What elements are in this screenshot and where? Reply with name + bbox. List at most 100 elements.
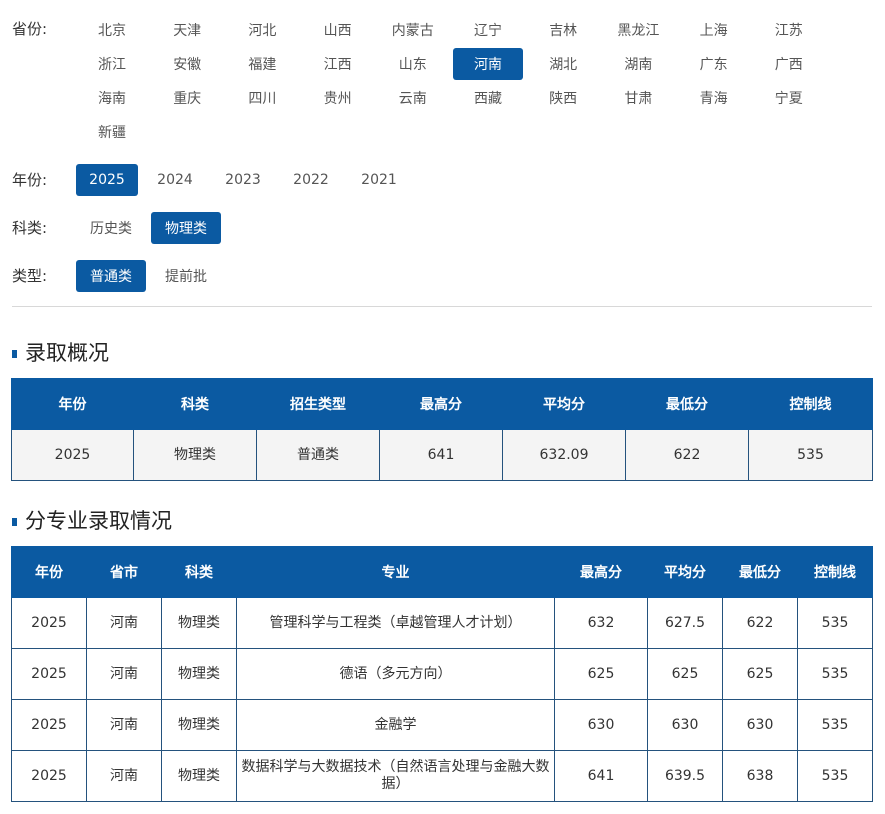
majors-cell: 2025 xyxy=(11,750,87,802)
overview-cell: 622 xyxy=(625,429,749,481)
province-option-25[interactable]: 西藏 xyxy=(453,82,523,114)
province-option-18[interactable]: 广东 xyxy=(679,48,749,80)
province-option-16[interactable]: 湖北 xyxy=(528,48,598,80)
province-label: 省份: xyxy=(12,20,48,38)
province-option-15[interactable]: 河南 xyxy=(453,48,523,80)
majors-cell: 物理类 xyxy=(161,699,237,751)
overview-header-0: 年份 xyxy=(11,378,134,430)
province-option-0[interactable]: 北京 xyxy=(77,14,147,46)
majors-cell: 2025 xyxy=(11,648,87,700)
majors-table: 年份 省市 科类 专业 最高分 平均分 最低分 控制线 2025 河南 物理类 管理科学与工程类（卓… xyxy=(11,546,873,802)
province-option-30[interactable]: 新疆 xyxy=(77,116,147,148)
province-option-10[interactable]: 浙江 xyxy=(77,48,147,80)
overview-cell: 535 xyxy=(748,429,873,481)
year-option-0[interactable]: 2025 xyxy=(76,164,138,196)
majors-header-6: 最低分 xyxy=(722,546,798,598)
overview-title: 录取概况 xyxy=(12,337,109,367)
overview-title-text: 录取概况 xyxy=(25,341,109,365)
province-option-26[interactable]: 陕西 xyxy=(528,82,598,114)
province-option-7[interactable]: 黑龙江 xyxy=(603,14,673,46)
majors-cell: 535 xyxy=(797,597,873,649)
overview-table: 年份 科类 招生类型 最高分 平均分 最低分 控制线 2025 物理类 普通类 641 632.09… xyxy=(11,378,873,481)
majors-header-0: 年份 xyxy=(11,546,87,598)
overview-header-2: 招生类型 xyxy=(256,378,380,430)
subject-option-1[interactable]: 物理类 xyxy=(151,212,221,244)
province-option-2[interactable]: 河北 xyxy=(227,14,297,46)
majors-cell: 639.5 xyxy=(647,750,723,802)
title-bullet-icon xyxy=(12,350,17,358)
overview-cell: 普通类 xyxy=(256,429,380,481)
majors-cell: 数据科学与大数据技术（自然语言处理与金融大数据） xyxy=(236,750,555,802)
title-bullet-icon xyxy=(12,518,17,526)
year-option-4[interactable]: 2021 xyxy=(348,164,410,196)
majors-cell: 管理科学与工程类（卓越管理人才计划） xyxy=(236,597,555,649)
majors-cell: 625 xyxy=(722,648,798,700)
majors-header-7: 控制线 xyxy=(797,546,873,598)
province-option-4[interactable]: 内蒙古 xyxy=(378,14,448,46)
majors-cell: 535 xyxy=(797,750,873,802)
province-option-12[interactable]: 福建 xyxy=(227,48,297,80)
majors-cell: 632 xyxy=(554,597,648,649)
majors-cell: 638 xyxy=(722,750,798,802)
province-option-28[interactable]: 青海 xyxy=(679,82,749,114)
province-option-1[interactable]: 天津 xyxy=(152,14,222,46)
majors-cell: 630 xyxy=(647,699,723,751)
table-row: 2025 河南 物理类 管理科学与工程类（卓越管理人才计划） 632 627.5 622 53… xyxy=(11,597,873,649)
province-option-20[interactable]: 海南 xyxy=(77,82,147,114)
majors-cell: 630 xyxy=(554,699,648,751)
overview-header-3: 最高分 xyxy=(379,378,503,430)
subject-option-0[interactable]: 历史类 xyxy=(76,212,146,244)
overview-cell: 641 xyxy=(379,429,503,481)
majors-header-4: 最高分 xyxy=(554,546,648,598)
year-label: 年份: xyxy=(12,171,48,189)
overview-header-5: 最低分 xyxy=(625,378,749,430)
province-option-5[interactable]: 辽宁 xyxy=(453,14,523,46)
majors-header-5: 平均分 xyxy=(647,546,723,598)
majors-cell: 641 xyxy=(554,750,648,802)
majors-cell: 622 xyxy=(722,597,798,649)
table-row: 2025 河南 物理类 数据科学与大数据技术（自然语言处理与金融大数据） 641 639.… xyxy=(11,750,873,802)
province-option-9[interactable]: 江苏 xyxy=(754,14,824,46)
province-option-8[interactable]: 上海 xyxy=(679,14,749,46)
overview-cell: 2025 xyxy=(11,429,134,481)
majors-cell: 物理类 xyxy=(161,597,237,649)
table-row: 2025 物理类 普通类 641 632.09 622 535 xyxy=(11,429,873,481)
majors-cell: 627.5 xyxy=(647,597,723,649)
majors-header-1: 省市 xyxy=(86,546,162,598)
year-option-1[interactable]: 2024 xyxy=(144,164,206,196)
majors-cell: 德语（多元方向） xyxy=(236,648,555,700)
province-option-22[interactable]: 四川 xyxy=(227,82,297,114)
majors-cell: 625 xyxy=(554,648,648,700)
year-option-2[interactable]: 2023 xyxy=(212,164,274,196)
province-option-23[interactable]: 贵州 xyxy=(303,82,373,114)
province-option-29[interactable]: 宁夏 xyxy=(754,82,824,114)
table-row: 2025 河南 物理类 德语（多元方向） 625 625 625 535 xyxy=(11,648,873,700)
overview-header-1: 科类 xyxy=(133,378,257,430)
overview-header-6: 控制线 xyxy=(748,378,873,430)
majors-cell: 河南 xyxy=(86,597,162,649)
majors-cell: 河南 xyxy=(86,699,162,751)
province-option-14[interactable]: 山东 xyxy=(378,48,448,80)
year-option-3[interactable]: 2022 xyxy=(280,164,342,196)
majors-title: 分专业录取情况 xyxy=(12,505,172,535)
subject-label: 科类: xyxy=(12,219,48,237)
type-label: 类型: xyxy=(12,267,48,285)
majors-header-3: 专业 xyxy=(236,546,555,598)
majors-cell: 535 xyxy=(797,699,873,751)
province-option-21[interactable]: 重庆 xyxy=(152,82,222,114)
province-option-3[interactable]: 山西 xyxy=(303,14,373,46)
type-option-1[interactable]: 提前批 xyxy=(151,260,221,292)
table-row: 2025 河南 物理类 金融学 630 630 630 535 xyxy=(11,699,873,751)
province-option-11[interactable]: 安徽 xyxy=(152,48,222,80)
majors-cell: 2025 xyxy=(11,597,87,649)
province-option-13[interactable]: 江西 xyxy=(303,48,373,80)
majors-cell: 金融学 xyxy=(236,699,555,751)
province-option-24[interactable]: 云南 xyxy=(378,82,448,114)
type-option-0[interactable]: 普通类 xyxy=(76,260,146,292)
majors-cell: 2025 xyxy=(11,699,87,751)
majors-header-2: 科类 xyxy=(161,546,237,598)
province-option-17[interactable]: 湖南 xyxy=(603,48,673,80)
province-option-19[interactable]: 广西 xyxy=(754,48,824,80)
province-option-27[interactable]: 甘肃 xyxy=(603,82,673,114)
province-option-6[interactable]: 吉林 xyxy=(528,14,598,46)
